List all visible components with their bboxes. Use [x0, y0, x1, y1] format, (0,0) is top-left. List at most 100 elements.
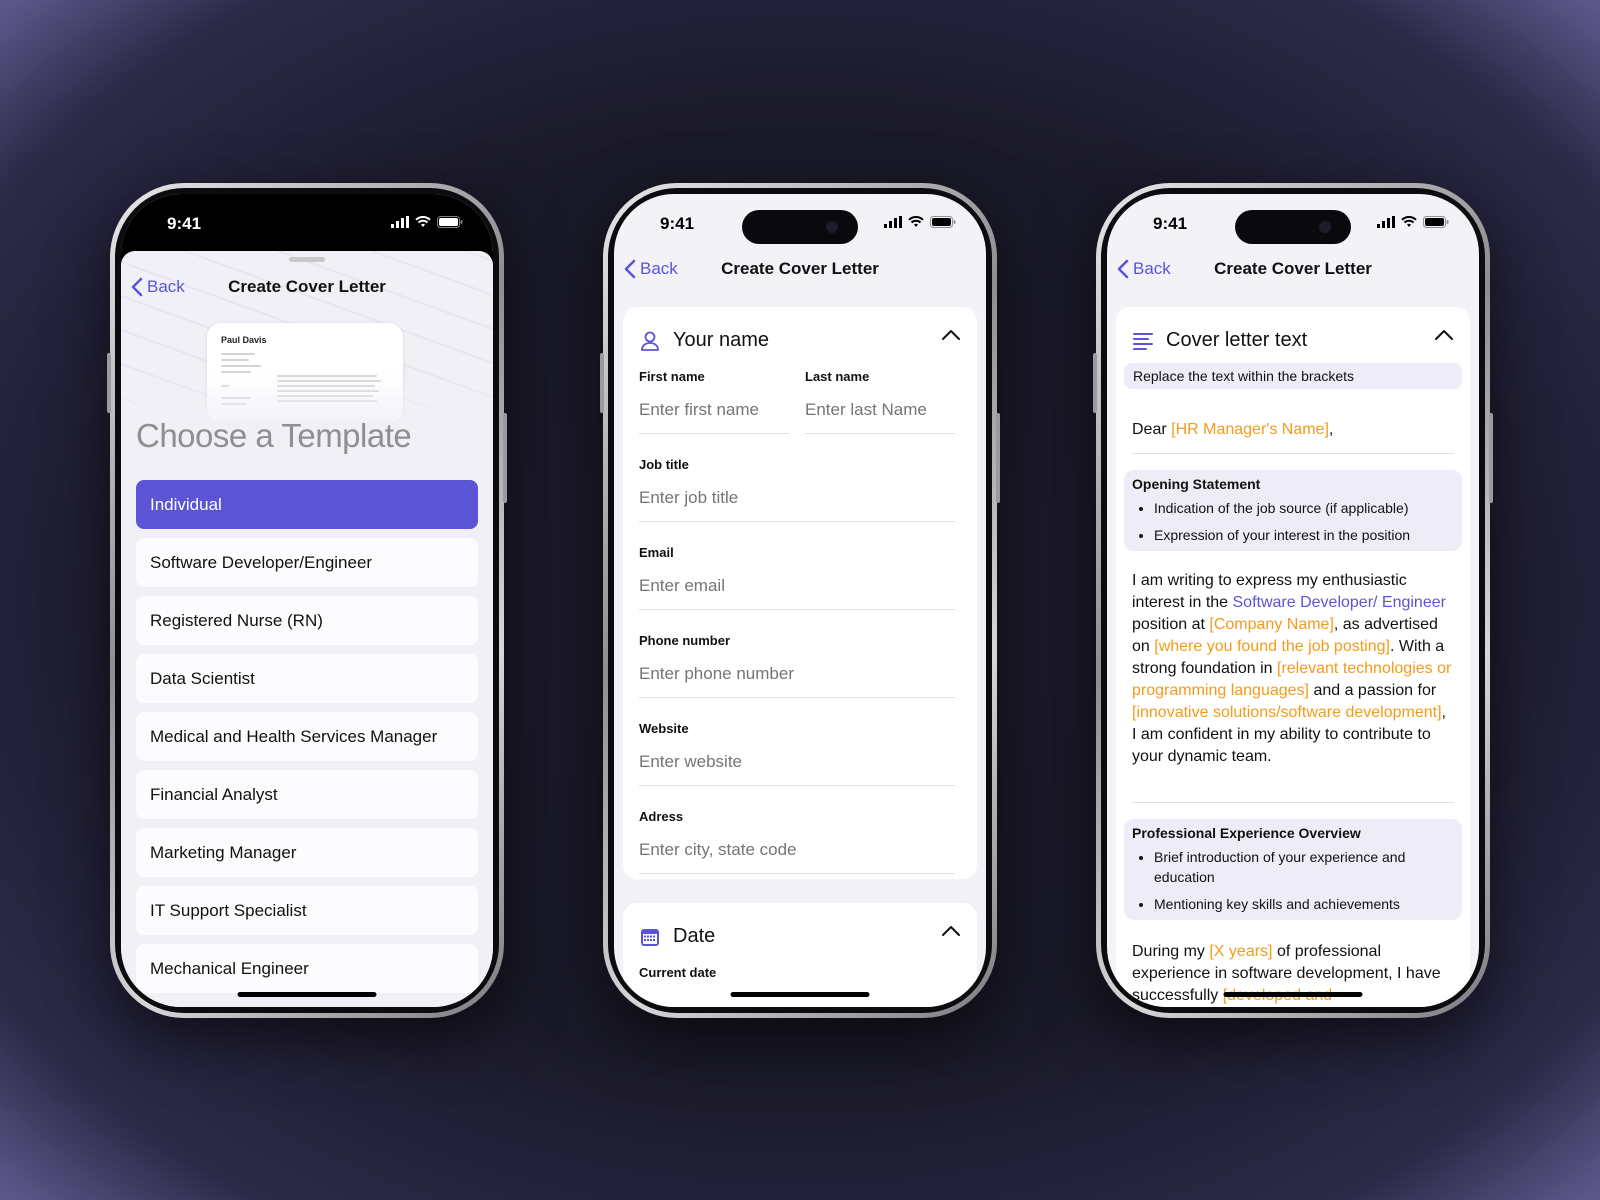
text-lines-icon	[1133, 332, 1153, 350]
home-indicator[interactable]	[1223, 992, 1363, 997]
job-title-label: Job title	[639, 457, 689, 472]
nav-bar: Back Create Cover Letter	[121, 277, 493, 317]
status-time: 9:41	[167, 214, 202, 233]
volume-button	[600, 353, 604, 413]
signal-icon	[391, 216, 409, 228]
guide-bullet: Mentioning key skills and achievements	[1154, 894, 1454, 914]
section-title: Cover letter text	[1166, 329, 1308, 351]
home-indicator[interactable]	[730, 992, 870, 997]
greeting-line[interactable]: Dear [HR Manager's Name],	[1132, 419, 1454, 441]
section-header-date[interactable]: Date	[639, 925, 715, 948]
opening-paragraph[interactable]: I am writing to express my enthusiastic …	[1132, 570, 1454, 768]
template-list: Individual Software Developer/Engineer R…	[136, 480, 478, 1002]
section-title: Your name	[673, 329, 769, 351]
dynamic-island	[1235, 210, 1351, 244]
first-name-field[interactable]	[639, 400, 789, 420]
opening-statement-guide: Opening Statement Indication of the job …	[1124, 470, 1462, 551]
template-heading: Choose a Template	[136, 417, 412, 454]
experience-paragraph[interactable]: During my [X years] of professional expe…	[1132, 941, 1454, 1007]
signal-icon	[884, 216, 902, 228]
address-field[interactable]	[639, 840, 955, 860]
side-button	[503, 413, 507, 503]
passion-placeholder[interactable]: [innovative solutions/software developme…	[1132, 704, 1442, 721]
guide-title: Professional Experience Overview	[1132, 825, 1361, 841]
hr-manager-placeholder[interactable]: [HR Manager's Name]	[1171, 421, 1329, 438]
battery-icon	[437, 216, 463, 228]
volume-button	[1093, 353, 1097, 413]
screen: 9:41 Back Create Cover Letter Cover lett…	[1107, 194, 1479, 1007]
signal-icon	[1377, 216, 1395, 228]
first-name-label: First name	[639, 369, 705, 384]
side-button	[996, 413, 1000, 503]
years-placeholder[interactable]: [X years]	[1209, 943, 1272, 960]
job-title-field[interactable]	[639, 488, 955, 508]
greeting-prefix: Dear	[1132, 421, 1172, 438]
current-date-label: Current date	[639, 965, 717, 980]
template-item-data-scientist[interactable]: Data Scientist	[136, 654, 478, 703]
phone-number-field[interactable]	[639, 664, 955, 684]
volume-button	[107, 353, 111, 413]
person-icon	[641, 331, 659, 351]
last-name-field[interactable]	[805, 400, 955, 420]
template-sheet: Back Create Cover Letter Paul Davis Choo…	[121, 251, 493, 1007]
dynamic-island	[742, 210, 858, 244]
experience-overview-guide: Professional Experience Overview Brief i…	[1124, 819, 1462, 920]
date-section-title: Date	[673, 925, 716, 947]
chevron-up-icon[interactable]	[941, 925, 961, 937]
battery-icon	[930, 216, 956, 228]
address-label: Adress	[639, 809, 684, 824]
email-field[interactable]	[639, 576, 955, 596]
guide-title: Opening Statement	[1132, 476, 1261, 492]
job-source-placeholder[interactable]: [where you found the job posting]	[1154, 638, 1390, 655]
status-icons	[1377, 216, 1449, 228]
status-icons	[391, 216, 463, 228]
phone-template-picker: 9:41 Back Create Cover Letter Paul Davis	[107, 183, 507, 1018]
section-header-your-name[interactable]: Your name	[639, 329, 769, 352]
screen: 9:41 Back Create Cover Letter Paul Davis	[121, 194, 493, 1007]
home-indicator[interactable]	[237, 992, 377, 997]
cover-letter-card: Cover letter text Replace the text withi…	[1116, 307, 1470, 1007]
nav-bar: Back Create Cover Letter	[1107, 259, 1479, 299]
status-time: 9:41	[1153, 214, 1188, 233]
website-label: Website	[639, 721, 689, 736]
page-title: Create Cover Letter	[721, 259, 879, 278]
paragraph-text: During my	[1132, 943, 1210, 960]
template-item-registered-nurse[interactable]: Registered Nurse (RN)	[136, 596, 478, 645]
your-name-card: Your name First name Last name Job title…	[623, 307, 977, 879]
template-item-mechanical-engineer[interactable]: Mechanical Engineer	[136, 944, 478, 993]
template-item-individual[interactable]: Individual	[136, 480, 478, 529]
wifi-icon	[1401, 216, 1417, 227]
divider	[1132, 453, 1454, 454]
role-highlight[interactable]: Software Developer/ Engineer	[1233, 594, 1446, 611]
greeting-suffix: ,	[1328, 421, 1334, 438]
screen: 9:41 Back Create Cover Letter Your name …	[614, 194, 986, 1007]
nav-bar: Back Create Cover Letter	[614, 259, 986, 299]
status-icons	[884, 216, 956, 228]
guide-bullet: Expression of your interest in the posit…	[1154, 525, 1454, 545]
page-title: Create Cover Letter	[1214, 259, 1372, 278]
phone-number-label: Phone number	[639, 633, 731, 648]
guide-bullet: Brief introduction of your experience an…	[1154, 847, 1454, 887]
template-item-financial-analyst[interactable]: Financial Analyst	[136, 770, 478, 819]
guide-bullet: Indication of the job source (if applica…	[1154, 498, 1454, 518]
page-title: Create Cover Letter	[228, 277, 386, 296]
template-item-software-developer[interactable]: Software Developer/Engineer	[136, 538, 478, 587]
website-field[interactable]	[639, 752, 955, 772]
template-item-marketing-manager[interactable]: Marketing Manager	[136, 828, 478, 877]
instruction-banner: Replace the text within the brackets	[1124, 363, 1462, 389]
paragraph-text: position at	[1132, 616, 1210, 633]
email-label: Email	[639, 545, 674, 560]
phone-cover-letter-text: 9:41 Back Create Cover Letter Cover lett…	[1093, 183, 1493, 1018]
wifi-icon	[415, 216, 431, 227]
paragraph-text: and a passion for	[1309, 682, 1437, 699]
sheet-grip[interactable]	[289, 257, 325, 262]
divider	[1132, 802, 1454, 803]
company-placeholder[interactable]: [Company Name]	[1209, 616, 1334, 633]
chevron-up-icon[interactable]	[1434, 329, 1454, 341]
section-header-cover-letter[interactable]: Cover letter text	[1132, 329, 1307, 352]
preview-name: Paul Davis	[221, 335, 267, 345]
wifi-icon	[908, 216, 924, 227]
chevron-up-icon[interactable]	[941, 329, 961, 341]
template-item-health-services-manager[interactable]: Medical and Health Services Manager	[136, 712, 478, 761]
template-item-it-support[interactable]: IT Support Specialist	[136, 886, 478, 935]
